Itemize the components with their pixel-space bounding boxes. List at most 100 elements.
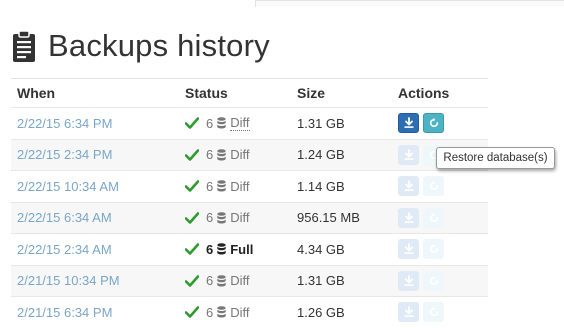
database-icon bbox=[217, 148, 226, 161]
database-count: 6 bbox=[206, 147, 214, 163]
restore-button[interactable] bbox=[423, 239, 444, 260]
backup-size: 1.31 GB bbox=[297, 273, 345, 289]
restore-icon bbox=[428, 275, 440, 287]
backup-status: 6 Diff bbox=[184, 210, 250, 226]
download-button[interactable] bbox=[398, 176, 419, 197]
backup-time-link[interactable]: 2/22/15 6:34 PM bbox=[17, 116, 112, 131]
backups-table: When Status Size Actions 2/22/15 6:34 PM… bbox=[11, 78, 488, 328]
download-icon bbox=[403, 306, 415, 318]
header-size: Size bbox=[297, 85, 326, 101]
database-count: 6 bbox=[206, 115, 214, 131]
header-actions: Actions bbox=[398, 85, 450, 101]
table-row: 2/22/15 6:34 PM 6 Diff 1.31 GB bbox=[11, 107, 488, 139]
header-status: Status bbox=[185, 85, 228, 101]
restore-icon bbox=[428, 117, 440, 129]
check-icon bbox=[184, 274, 200, 287]
download-button[interactable] bbox=[398, 302, 419, 323]
database-count: 6 bbox=[206, 304, 214, 320]
download-icon bbox=[403, 274, 415, 287]
row-actions bbox=[398, 113, 444, 134]
backup-type: Diff bbox=[230, 273, 250, 289]
row-actions bbox=[398, 270, 444, 291]
restore-button[interactable] bbox=[423, 302, 444, 323]
table-row: 2/22/15 10:34 AM 6 Diff 1.14 GB bbox=[11, 170, 488, 202]
backup-type: Full bbox=[230, 241, 254, 257]
database-icon bbox=[217, 306, 226, 318]
page-title-text: Backups history bbox=[48, 28, 270, 63]
download-icon bbox=[403, 211, 415, 224]
check-icon bbox=[184, 148, 200, 161]
download-button[interactable] bbox=[398, 239, 419, 260]
clipboard-icon bbox=[13, 29, 35, 62]
backup-type: Diff bbox=[230, 304, 250, 320]
row-actions bbox=[398, 207, 444, 228]
backup-status: 6 Diff bbox=[184, 147, 250, 163]
backup-type: Diff bbox=[230, 210, 250, 226]
page-title: Backups history bbox=[12, 26, 270, 66]
database-count: 6 bbox=[206, 178, 214, 194]
backup-time-link[interactable]: 2/22/15 10:34 AM bbox=[17, 179, 119, 194]
download-icon bbox=[403, 180, 415, 192]
backup-type: Diff bbox=[230, 147, 250, 163]
download-button[interactable] bbox=[398, 113, 419, 134]
restore-icon bbox=[428, 243, 440, 255]
database-icon bbox=[217, 117, 226, 129]
restore-icon bbox=[428, 306, 440, 318]
check-icon bbox=[184, 117, 200, 130]
table-row: 2/22/15 2:34 PM 6 Diff 1.24 GB bbox=[11, 138, 488, 170]
table-row: 2/22/15 6:34 AM 6 Diff 956.15 MB bbox=[11, 201, 488, 233]
table-body: 2/22/15 6:34 PM 6 Diff 1.31 GB 2/22/15 2:34 … bbox=[11, 107, 488, 328]
top-panel-edge bbox=[255, 0, 564, 7]
database-icon bbox=[217, 274, 226, 287]
backup-type: Diff bbox=[230, 115, 250, 132]
backup-status: 6 Diff bbox=[184, 304, 250, 320]
backup-time-link[interactable]: 2/22/15 2:34 PM bbox=[17, 147, 112, 162]
download-icon bbox=[403, 117, 415, 129]
download-button[interactable] bbox=[398, 270, 419, 291]
backup-size: 4.34 GB bbox=[297, 241, 345, 257]
restore-icon bbox=[428, 212, 440, 224]
backup-size: 1.24 GB bbox=[297, 147, 345, 163]
row-actions bbox=[398, 239, 444, 260]
restore-button[interactable] bbox=[423, 207, 444, 228]
backup-size: 1.26 GB bbox=[297, 304, 345, 320]
check-icon bbox=[184, 243, 200, 256]
table-row: 2/21/15 6:34 PM 6 Diff 1.26 GB bbox=[11, 296, 488, 328]
backup-time-link[interactable]: 2/21/15 10:34 PM bbox=[17, 273, 120, 288]
backup-time-link[interactable]: 2/22/15 2:34 AM bbox=[17, 242, 112, 257]
download-icon bbox=[403, 243, 415, 255]
database-count: 6 bbox=[206, 210, 214, 226]
backup-size: 1.31 GB bbox=[297, 115, 345, 131]
restore-icon bbox=[428, 180, 440, 192]
backup-type: Diff bbox=[230, 178, 250, 194]
check-icon bbox=[184, 180, 200, 193]
backup-time-link[interactable]: 2/22/15 6:34 AM bbox=[17, 210, 112, 225]
database-icon bbox=[217, 211, 226, 224]
check-icon bbox=[184, 306, 200, 319]
backup-status: 6 Full bbox=[184, 241, 254, 257]
row-actions bbox=[398, 176, 444, 197]
database-icon bbox=[217, 243, 226, 255]
backup-size: 956.15 MB bbox=[297, 210, 360, 226]
download-icon bbox=[403, 148, 415, 161]
table-row: 2/22/15 2:34 AM 6 Full 4.34 GB bbox=[11, 233, 488, 265]
backup-size: 1.14 GB bbox=[297, 178, 345, 194]
restore-button[interactable] bbox=[423, 176, 444, 197]
row-actions bbox=[398, 302, 444, 323]
backup-status: 6 Diff bbox=[184, 273, 250, 289]
download-button[interactable] bbox=[398, 144, 419, 165]
backup-time-link[interactable]: 2/21/15 6:34 PM bbox=[17, 305, 112, 320]
header-when: When bbox=[17, 85, 56, 101]
check-icon bbox=[184, 211, 200, 224]
database-count: 6 bbox=[206, 273, 214, 289]
backup-status: 6 Diff bbox=[184, 178, 250, 194]
restore-tooltip: Restore database(s) bbox=[436, 147, 555, 169]
table-header: When Status Size Actions bbox=[11, 78, 488, 107]
restore-button[interactable] bbox=[423, 113, 444, 134]
table-row: 2/21/15 10:34 PM 6 Diff 1.31 GB bbox=[11, 264, 488, 296]
backup-status: 6 Diff bbox=[184, 115, 250, 132]
restore-button[interactable] bbox=[423, 270, 444, 291]
download-button[interactable] bbox=[398, 207, 419, 228]
database-count: 6 bbox=[206, 241, 214, 257]
database-icon bbox=[217, 180, 226, 192]
